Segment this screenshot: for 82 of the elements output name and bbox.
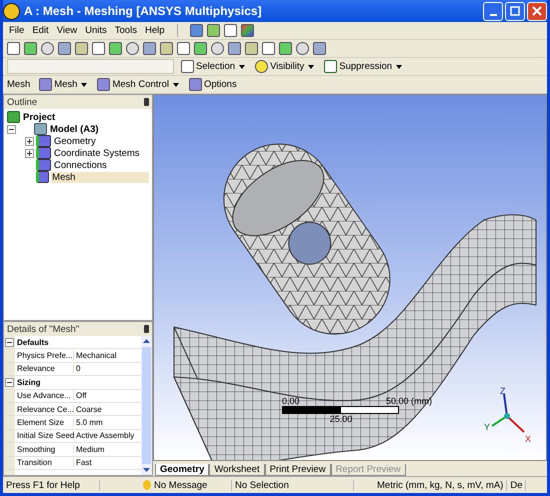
value-cell[interactable]: Mechanical bbox=[74, 351, 141, 360]
tab[interactable]: Geometry bbox=[155, 464, 210, 476]
expand-toggle[interactable] bbox=[7, 124, 16, 134]
toolbar-button[interactable]: Selection bbox=[178, 58, 248, 74]
expand-toggle[interactable] bbox=[25, 136, 34, 146]
value-cell[interactable]: Medium bbox=[74, 444, 141, 454]
panel-title: Outline bbox=[7, 96, 38, 108]
property-cell: Smoothing bbox=[15, 444, 74, 454]
property-cell: Initial Size Seed bbox=[15, 431, 74, 440]
toolbar-button[interactable]: Visibility bbox=[252, 58, 318, 74]
toolbar-icon[interactable] bbox=[224, 24, 236, 37]
minimize-button[interactable] bbox=[483, 2, 503, 20]
toolbar-button[interactable]: Options bbox=[186, 76, 240, 92]
toolbar-button[interactable]: Suppression bbox=[321, 58, 406, 74]
menu-item[interactable]: View bbox=[54, 25, 80, 36]
expand-toggle[interactable] bbox=[5, 338, 14, 347]
property-cell: Element Size bbox=[15, 418, 74, 428]
menu-item[interactable]: Help bbox=[142, 25, 166, 36]
status-text[interactable]: Metric (mm, kg, N, s, mV, mA) bbox=[374, 480, 508, 490]
pin-icon[interactable] bbox=[144, 325, 149, 333]
toolbar-icon[interactable] bbox=[240, 24, 254, 37]
axis-triad-drawing: Z Y X bbox=[482, 386, 532, 446]
expand-toggle[interactable] bbox=[5, 378, 14, 387]
model-icon bbox=[34, 123, 47, 135]
pin-icon[interactable] bbox=[144, 98, 149, 106]
caret-icon bbox=[308, 64, 314, 68]
tree-item[interactable]: Model (A3) bbox=[49, 124, 100, 134]
group-header: Defaults bbox=[16, 338, 49, 347]
toolbar-icon[interactable] bbox=[206, 24, 220, 37]
expand-toggle[interactable] bbox=[25, 148, 34, 158]
toolbar-label: Mesh bbox=[7, 79, 32, 90]
value-cell[interactable]: Fast bbox=[74, 458, 141, 468]
status-text[interactable]: De bbox=[507, 480, 526, 490]
toolbar-button[interactable]: Mesh bbox=[36, 76, 90, 92]
tree-item[interactable]: Mesh bbox=[51, 172, 149, 182]
property-cell: Relevance Ce... bbox=[15, 404, 74, 414]
close-icon bbox=[532, 6, 542, 16]
lightbulb-icon bbox=[255, 60, 268, 73]
value-cell[interactable]: 5.0 mm bbox=[74, 418, 141, 428]
project-icon bbox=[7, 111, 20, 123]
checkbox-icon bbox=[324, 60, 338, 73]
value-cell[interactable]: Active Assembly bbox=[74, 431, 141, 440]
toolbar-icon[interactable] bbox=[190, 24, 202, 37]
scrollbar[interactable] bbox=[141, 336, 152, 475]
scroll-up-icon[interactable] bbox=[143, 339, 150, 343]
scroll-down-icon[interactable] bbox=[143, 468, 150, 472]
close-button[interactable] bbox=[527, 2, 547, 20]
window-title: A : Mesh - Meshing [ANSYS Multiphysics] bbox=[24, 4, 263, 18]
value-cell[interactable]: Off bbox=[74, 391, 141, 400]
dropdown-field[interactable] bbox=[7, 59, 174, 74]
property-cell: Physics Prefe... bbox=[15, 351, 74, 360]
tree-item[interactable]: Connections bbox=[53, 160, 108, 170]
tree-item[interactable]: Coordinate Systems bbox=[53, 148, 141, 158]
menu-item[interactable]: File bbox=[7, 25, 26, 36]
menu-item[interactable]: Units bbox=[83, 25, 109, 36]
caret-icon bbox=[396, 64, 402, 68]
caret-icon bbox=[172, 82, 179, 86]
minimize-icon bbox=[490, 14, 496, 16]
tab[interactable]: Worksheet bbox=[209, 464, 265, 476]
property-cell: Relevance bbox=[15, 364, 74, 374]
scroll-thumb[interactable] bbox=[142, 347, 151, 464]
caret-icon bbox=[239, 64, 246, 68]
caret-icon bbox=[81, 82, 88, 86]
tree-item[interactable]: Geometry bbox=[53, 136, 97, 146]
value-cell[interactable]: Coarse bbox=[74, 404, 141, 414]
panel-title: Details of "Mesh" bbox=[7, 324, 80, 334]
status-text: No Selection bbox=[232, 480, 354, 490]
tab[interactable]: Print Preview bbox=[264, 464, 331, 476]
logo-icon bbox=[3, 2, 20, 20]
property-cell: Use Advance... bbox=[15, 391, 74, 400]
mesh-model-drawing[interactable] bbox=[174, 144, 536, 460]
tree-item[interactable]: Project bbox=[22, 112, 56, 122]
maximize-icon bbox=[510, 6, 520, 16]
value-cell[interactable]: 0 bbox=[74, 364, 141, 374]
maximize-button[interactable] bbox=[505, 2, 525, 20]
property-cell: Transition bbox=[15, 458, 74, 468]
group-header: Sizing bbox=[16, 378, 41, 387]
menu-item[interactable]: Tools bbox=[112, 25, 139, 36]
status-text: No Message bbox=[154, 480, 208, 490]
toolbar-button[interactable]: Mesh Control bbox=[94, 76, 182, 92]
status-text: Press F1 for Help bbox=[3, 480, 100, 490]
menu-item[interactable]: Edit bbox=[30, 25, 51, 36]
